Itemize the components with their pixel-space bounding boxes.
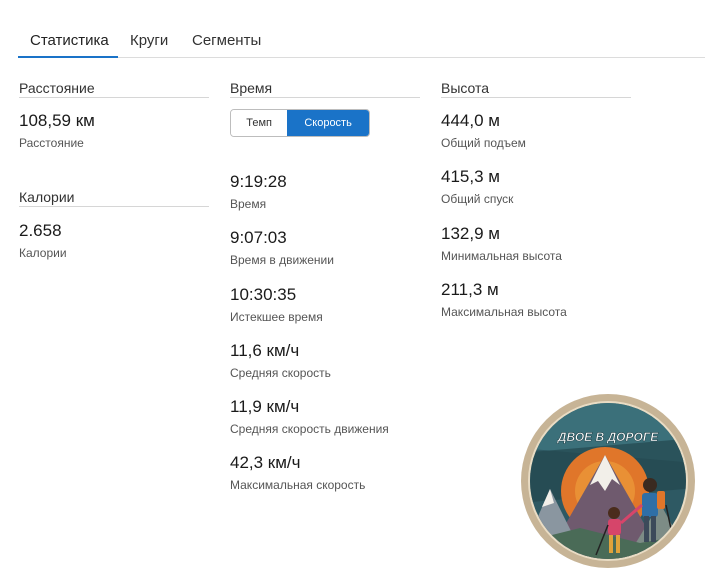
- max-speed-label: Максимальная скорость: [230, 478, 366, 492]
- distance-section-title: Расстояние: [19, 80, 209, 98]
- avg-moving-speed-label: Средняя скорость движения: [230, 422, 389, 436]
- calories-section: Калории: [19, 189, 209, 207]
- total-ascent-value: 444,0 м: [441, 111, 500, 130]
- elevation-section: Высота: [441, 80, 631, 98]
- moving-time-label: Время в движении: [230, 253, 334, 267]
- total-ascent-label: Общий подъем: [441, 136, 526, 150]
- distance-value: 108,59 км: [19, 111, 95, 130]
- tab-laps[interactable]: Круги: [118, 30, 180, 58]
- tab-bar: Статистика Круги Сегменты: [18, 30, 705, 58]
- calories-section-title: Калории: [19, 189, 209, 207]
- watermark-logo: ДВОЕ В ДОРОГЕ: [521, 394, 695, 568]
- elevation-section-title: Высота: [441, 80, 631, 98]
- avg-speed-label: Средняя скорость: [230, 366, 331, 380]
- avg-moving-speed-value: 11,9 км/ч: [230, 397, 300, 416]
- time-value: 9:19:28: [230, 172, 287, 191]
- tab-segments[interactable]: Сегменты: [180, 30, 273, 58]
- min-elevation-label: Минимальная высота: [441, 249, 562, 263]
- speed-toggle-button[interactable]: Скорость: [287, 110, 369, 136]
- distance-label: Расстояние: [19, 136, 84, 150]
- calories-value: 2.658: [19, 221, 62, 240]
- total-descent-value: 415,3 м: [441, 167, 500, 186]
- total-descent-label: Общий спуск: [441, 192, 514, 206]
- avg-speed-value: 11,6 км/ч: [230, 341, 300, 360]
- time-section-title: Время: [230, 80, 420, 98]
- pace-speed-toggle: Темп Скорость: [230, 109, 370, 137]
- elapsed-time-value: 10:30:35: [230, 285, 297, 304]
- pace-toggle-button[interactable]: Темп: [231, 110, 288, 136]
- logo-text: ДВОЕ В ДОРОГЕ: [557, 430, 659, 444]
- distance-section: Расстояние: [19, 80, 209, 98]
- time-label: Время: [230, 197, 267, 211]
- calories-label: Калории: [19, 246, 67, 260]
- min-elevation-value: 132,9 м: [441, 224, 500, 243]
- max-elevation-label: Максимальная высота: [441, 305, 567, 319]
- tab-statistics[interactable]: Статистика: [18, 30, 118, 58]
- max-elevation-value: 211,3 м: [441, 280, 499, 299]
- max-speed-value: 42,3 км/ч: [230, 453, 301, 472]
- moving-time-value: 9:07:03: [230, 228, 287, 247]
- elapsed-time-label: Истекшее время: [230, 310, 323, 324]
- time-section: Время: [230, 80, 420, 98]
